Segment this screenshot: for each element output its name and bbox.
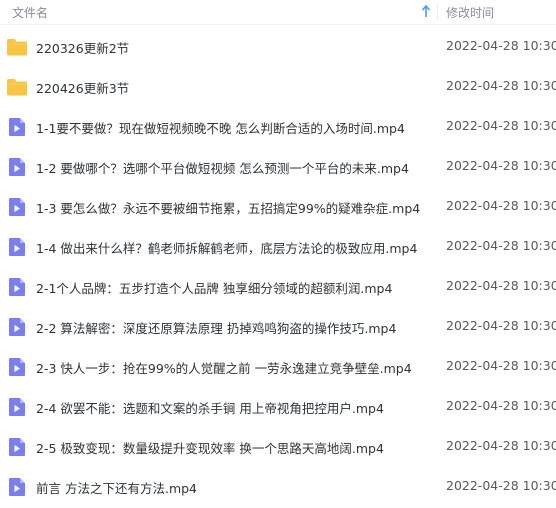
file-row[interactable]: 2-2 算法解密：深度还原算法原理 扔掉鸡鸣狗盗的操作技巧.mp4 2022-04… [0, 307, 556, 347]
file-name: 2-4 欲罢不能：选题和文案的杀手锏 用上帝视角把控用户.mp4 [36, 401, 384, 416]
video-file-icon [9, 198, 25, 216]
file-name: 2-3 快人一步：抢在99%的人觉醒之前 一劳永逸建立竞争壁垒.mp4 [36, 361, 412, 376]
file-name: 1-2 要做哪个？选哪个平台做短视频 怎么预测一个平台的未来.mp4 [36, 161, 409, 176]
file-row[interactable]: 2-5 极致变现：数量级提升变现效率 换一个思路天高地阔.mp4 2022-04-… [0, 427, 556, 467]
video-file-icon [9, 358, 25, 376]
folder-icon [7, 39, 27, 56]
column-header-modified-time[interactable]: 修改时间 [446, 4, 494, 21]
file-row[interactable]: 2-1个人品牌：五步打造个人品牌 独享细分领域的超额利润.mp4 2022-04-… [0, 267, 556, 307]
file-row[interactable]: 1-1要不要做？现在做短视频晚不晚 怎么判断合适的入场时间.mp4 2022-04… [0, 107, 556, 147]
file-row[interactable]: 前言 方法之下还有方法.mp4 2022-04-28 10:30 [0, 467, 556, 507]
file-row[interactable]: 1-2 要做哪个？选哪个平台做短视频 怎么预测一个平台的未来.mp4 2022-0… [0, 147, 556, 187]
modified-time: 2022-04-28 10:30 [446, 198, 556, 213]
modified-time: 2022-04-28 10:30 [446, 398, 556, 413]
file-name: 1-1要不要做？现在做短视频晚不晚 怎么判断合适的入场时间.mp4 [36, 121, 405, 136]
modified-time: 2022-04-28 10:30 [446, 158, 556, 173]
column-divider[interactable] [437, 4, 438, 20]
video-file-icon [9, 118, 25, 136]
file-name: 1-4 做出来什么样？鹤老师拆解鹤老师，底层方法论的极致应用.mp4 [36, 241, 418, 256]
modified-time: 2022-04-28 10:30 [446, 118, 556, 133]
modified-time: 2022-04-28 10:30 [446, 438, 556, 453]
video-file-icon [9, 318, 25, 336]
folder-icon [7, 79, 27, 96]
file-name: 220426更新3节 [36, 81, 130, 96]
file-row[interactable]: 1-4 做出来什么样？鹤老师拆解鹤老师，底层方法论的极致应用.mp4 2022-0… [0, 227, 556, 267]
video-file-icon [9, 238, 25, 256]
file-row[interactable]: 2-4 欲罢不能：选题和文案的杀手锏 用上帝视角把控用户.mp4 2022-04-… [0, 387, 556, 427]
modified-time: 2022-04-28 10:30 [446, 38, 556, 53]
file-name: 220326更新2节 [36, 41, 130, 56]
video-file-icon [9, 278, 25, 296]
modified-time: 2022-04-28 10:30 [446, 238, 556, 253]
file-name: 2-1个人品牌：五步打造个人品牌 独享细分领域的超额利润.mp4 [36, 281, 393, 296]
file-list: 文件名 修改时间 220326更新2节 2022-04-28 10:30 22042… [0, 0, 556, 508]
file-row[interactable]: 2-3 快人一步：抢在99%的人觉醒之前 一劳永逸建立竞争壁垒.mp4 2022-… [0, 347, 556, 387]
file-name: 2-5 极致变现：数量级提升变现效率 换一个思路天高地阔.mp4 [36, 441, 384, 456]
modified-time: 2022-04-28 10:30 [446, 318, 556, 333]
modified-time: 2022-04-28 10:30 [446, 478, 556, 493]
modified-time: 2022-04-28 10:30 [446, 78, 556, 93]
modified-time: 2022-04-28 10:30 [446, 278, 556, 293]
video-file-icon [9, 478, 25, 496]
video-file-icon [9, 398, 25, 416]
sort-arrow-up-icon[interactable] [419, 2, 433, 20]
video-file-icon [9, 158, 25, 176]
folder-row[interactable]: 220426更新3节 2022-04-28 10:30 [0, 67, 556, 107]
file-name: 1-3 要怎么做？永远不要被细节拖累，五招搞定99%的疑难杂症.mp4 [36, 201, 421, 216]
folder-row[interactable]: 220326更新2节 2022-04-28 10:30 [0, 27, 556, 67]
list-header: 文件名 修改时间 [0, 0, 556, 25]
video-file-icon [9, 438, 25, 456]
file-row[interactable]: 1-3 要怎么做？永远不要被细节拖累，五招搞定99%的疑难杂症.mp4 2022-… [0, 187, 556, 227]
file-name: 2-2 算法解密：深度还原算法原理 扔掉鸡鸣狗盗的操作技巧.mp4 [36, 321, 397, 336]
modified-time: 2022-04-28 10:30 [446, 358, 556, 373]
file-name: 前言 方法之下还有方法.mp4 [36, 481, 198, 496]
column-header-name[interactable]: 文件名 [12, 4, 48, 21]
